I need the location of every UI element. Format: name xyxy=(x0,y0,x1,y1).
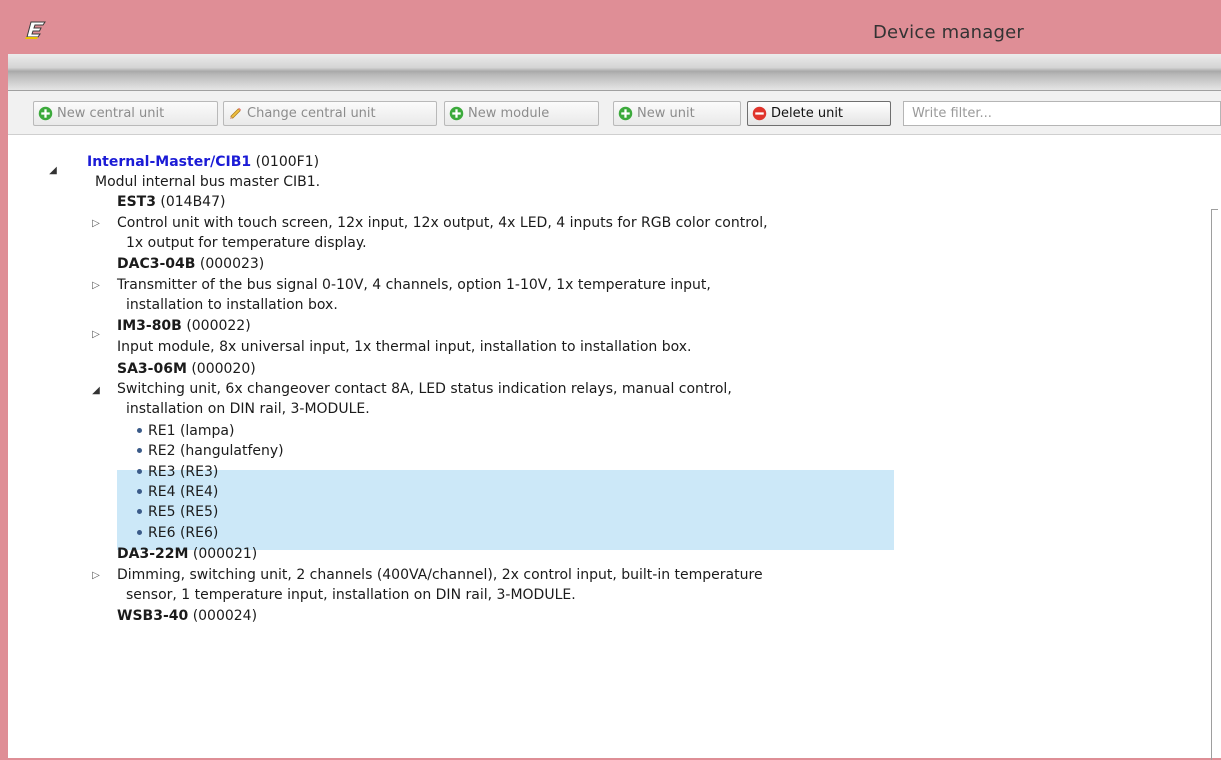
selection-highlight xyxy=(117,470,894,550)
vertical-scrollbar[interactable] xyxy=(1211,209,1218,760)
tree-leaf-relay[interactable]: RE5 (RE5) xyxy=(137,502,218,522)
delete-unit-button[interactable]: Delete unit xyxy=(747,101,891,126)
relay-alias: (hangulatfeny) xyxy=(179,443,284,459)
root-node-name[interactable]: Internal-Master/CIB1 xyxy=(87,154,251,170)
minus-circle-icon xyxy=(752,106,767,121)
module-name: EST3 xyxy=(117,194,156,210)
plus-circle-icon xyxy=(38,106,53,121)
plus-circle-icon xyxy=(449,106,464,121)
tree-node-module[interactable]: IM3-80B (000022) xyxy=(117,316,251,336)
module-code: (014B47) xyxy=(160,194,226,210)
client-area: New central unit Change central unit New… xyxy=(8,54,1221,760)
module-description: installation to installation box. xyxy=(126,297,338,313)
collapsed-arrow-icon[interactable]: ▷ xyxy=(91,330,101,340)
change-central-unit-button[interactable]: Change central unit xyxy=(223,101,437,126)
collapsed-arrow-icon[interactable]: ▷ xyxy=(91,219,101,229)
bullet-icon xyxy=(137,488,142,494)
bullet-icon xyxy=(137,529,142,535)
change-central-unit-label: Change central unit xyxy=(247,106,376,121)
tree-node-module[interactable]: EST3 (014B47) xyxy=(117,192,225,212)
relay-alias: (RE6) xyxy=(179,525,219,541)
bullet-icon xyxy=(137,447,142,453)
module-name: WSB3-40 xyxy=(117,608,189,624)
module-description: sensor, 1 temperature input, installatio… xyxy=(126,587,576,603)
module-code: (000020) xyxy=(191,361,256,377)
module-name: IM3-80B xyxy=(117,318,182,334)
collapsed-arrow-icon[interactable]: ▷ xyxy=(91,281,101,291)
module-description: Input module, 8x universal input, 1x the… xyxy=(117,339,692,355)
bullet-icon xyxy=(137,427,142,433)
expanded-arrow-icon[interactable]: ◢ xyxy=(91,386,101,396)
toolbar: New central unit Change central unit New… xyxy=(8,91,1221,135)
relay-alias: (RE5) xyxy=(179,504,219,520)
delete-unit-label: Delete unit xyxy=(771,106,844,121)
tree-leaf-relay[interactable]: RE1 (lampa) xyxy=(137,421,234,441)
tree-node-module[interactable]: SA3-06M (000020) xyxy=(117,359,256,379)
module-description: Transmitter of the bus signal 0-10V, 4 c… xyxy=(117,277,711,293)
tree-leaf-relay[interactable]: RE3 (RE3) xyxy=(137,462,218,482)
relay-alias: (RE4) xyxy=(179,484,219,500)
module-name: DA3-22M xyxy=(117,546,189,562)
relay-name: RE5 xyxy=(148,504,176,520)
new-module-label: New module xyxy=(468,106,550,121)
root-node-description: Modul internal bus master CIB1. xyxy=(95,174,321,190)
relay-name: RE2 xyxy=(148,443,176,459)
pencil-icon xyxy=(229,107,242,120)
module-description: 1x output for temperature display. xyxy=(126,235,367,251)
relay-alias: (lampa) xyxy=(179,423,235,439)
relay-name: RE6 xyxy=(148,525,176,541)
title-bar: Device manager xyxy=(0,0,1221,50)
module-code: (000021) xyxy=(192,546,258,562)
new-unit-label: New unit xyxy=(637,106,695,121)
module-description: Dimming, switching unit, 2 channels (400… xyxy=(117,567,763,583)
relay-name: RE3 xyxy=(148,464,176,480)
tree-leaf-relay[interactable]: RE2 (hangulatfeny) xyxy=(137,441,284,461)
relay-name: RE1 xyxy=(148,423,176,439)
bullet-icon xyxy=(137,468,142,474)
new-unit-button[interactable]: New unit xyxy=(613,101,741,126)
app-logo-icon xyxy=(25,21,46,39)
collapsed-arrow-icon[interactable]: ▷ xyxy=(91,571,101,581)
bullet-icon xyxy=(137,508,142,514)
new-central-unit-button[interactable]: New central unit xyxy=(33,101,218,126)
tree-node-root[interactable]: Internal-Master/CIB1 (0100F1) xyxy=(87,152,319,172)
menu-bar xyxy=(8,54,1221,91)
module-name: SA3-06M xyxy=(117,361,187,377)
relay-alias: (RE3) xyxy=(179,464,219,480)
tree-leaf-relay[interactable]: RE4 (RE4) xyxy=(137,482,218,502)
device-tree: ◢ Internal-Master/CIB1 (0100F1) Modul in… xyxy=(8,134,1208,758)
module-code: (000022) xyxy=(186,318,251,334)
tree-node-module[interactable]: WSB3-40 (000024) xyxy=(117,606,257,626)
tree-node-module[interactable]: DA3-22M (000021) xyxy=(117,544,257,564)
tree-node-module[interactable]: DAC3-04B (000023) xyxy=(117,254,264,274)
window-title: Device manager xyxy=(873,22,1024,43)
new-module-button[interactable]: New module xyxy=(444,101,599,126)
tree-leaf-relay[interactable]: RE6 (RE6) xyxy=(137,523,218,543)
module-description: Switching unit, 6x changeover contact 8A… xyxy=(117,381,732,397)
root-node-code: (0100F1) xyxy=(255,154,320,170)
relay-name: RE4 xyxy=(148,484,176,500)
module-description: installation on DIN rail, 3-MODULE. xyxy=(126,401,370,417)
module-code: (000024) xyxy=(192,608,258,624)
filter-input[interactable] xyxy=(903,101,1221,126)
module-code: (000023) xyxy=(199,256,265,272)
module-name: DAC3-04B xyxy=(117,256,196,272)
expanded-arrow-icon[interactable]: ◢ xyxy=(48,166,58,176)
new-central-unit-label: New central unit xyxy=(57,106,165,121)
plus-circle-icon xyxy=(618,106,633,121)
module-description: Control unit with touch screen, 12x inpu… xyxy=(117,215,768,231)
